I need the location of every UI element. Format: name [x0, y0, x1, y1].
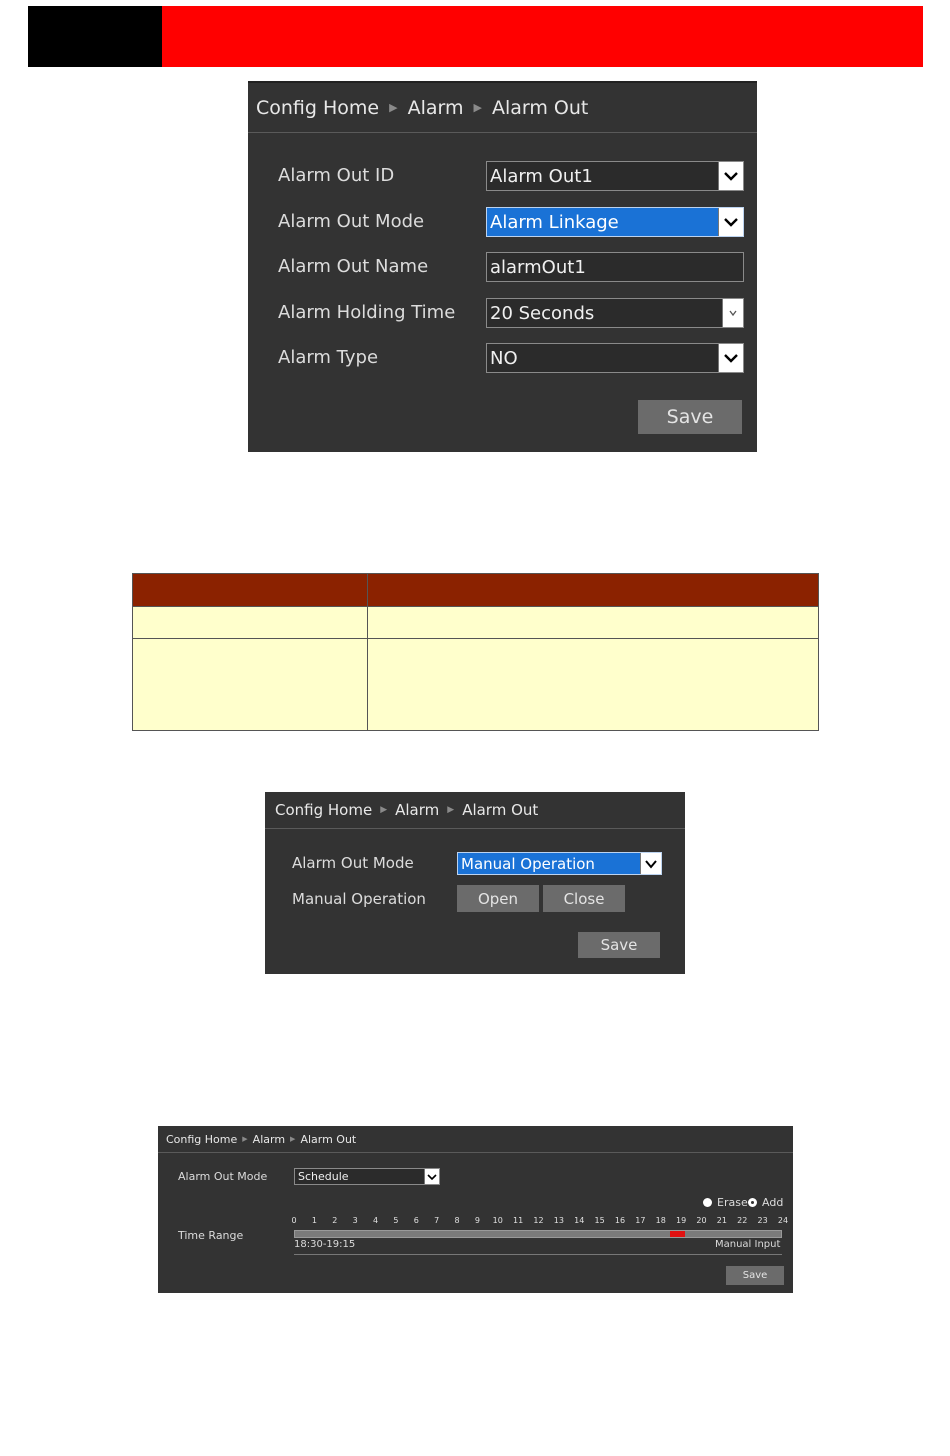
breadcrumb-config-home[interactable]: Config Home [256, 97, 379, 119]
alarm-out-mode-select[interactable]: Schedule [294, 1168, 440, 1185]
breadcrumb-alarm-out: Alarm Out [462, 801, 539, 819]
hour-tick-label: 8 [454, 1216, 460, 1225]
breadcrumb: Config Home ▶ Alarm ▶ Alarm Out [265, 792, 685, 829]
erase-radio[interactable] [703, 1198, 712, 1207]
alarm-out-linkage-panel: Config Home ▶ Alarm ▶ Alarm Out Alarm Ou… [248, 81, 757, 452]
hour-tick-label: 24 [777, 1216, 789, 1225]
breadcrumb-alarm-out: Alarm Out [491, 96, 589, 119]
breadcrumb-config-home[interactable]: Config Home [166, 1133, 237, 1146]
hour-tick-label: 0 [291, 1216, 297, 1225]
alarm-out-schedule-panel: Config Home ▶ Alarm ▶ Alarm Out Alarm Ou… [158, 1126, 793, 1293]
header-red-bar [162, 6, 923, 67]
hour-tick-label: 21 [716, 1216, 727, 1225]
hour-tick-label: 6 [413, 1216, 419, 1225]
time-range-bar[interactable] [294, 1230, 782, 1238]
breadcrumb-alarm[interactable]: Alarm [408, 97, 464, 119]
alarm-holding-time-label: Alarm Holding Time [278, 302, 456, 323]
alarm-out-mode-label: Alarm Out Mode [292, 854, 414, 872]
time-range-text: 18:30-19:15 [294, 1239, 356, 1250]
alarm-out-name-label: Alarm Out Name [278, 256, 429, 277]
schedule-segment[interactable] [669, 1231, 685, 1237]
alarm-type-label: Alarm Type [278, 347, 379, 368]
alarm-out-id-label: Alarm Out ID [278, 165, 395, 186]
breadcrumb-arrow-icon: ▶ [290, 1135, 296, 1143]
manual-operation-label: Manual Operation [292, 890, 426, 908]
alarm-out-mode-value: Schedule [298, 1170, 349, 1183]
hour-tick-label: 4 [372, 1216, 379, 1225]
alarm-out-mode-label: Alarm Out Mode [278, 211, 425, 232]
breadcrumb-arrow-icon: ▶ [473, 101, 482, 114]
breadcrumb-config-home[interactable]: Config Home [275, 801, 372, 819]
hour-tick-label: 14 [574, 1216, 585, 1225]
chevron-down-icon[interactable] [718, 162, 743, 190]
chevron-down-icon[interactable] [640, 853, 661, 874]
hour-tick-label: 17 [635, 1216, 646, 1225]
alarm-out-name-value: alarmOut1 [490, 256, 586, 278]
breadcrumb-arrow-icon: ▶ [389, 101, 398, 114]
hour-tick-label: 12 [533, 1216, 544, 1225]
table-header-cell [368, 574, 818, 606]
erase-label: Erase [717, 1196, 748, 1209]
hour-tick-label: 1 [311, 1216, 317, 1225]
hour-tick-label: 20 [696, 1216, 707, 1225]
alarm-holding-time-select[interactable]: 20 Seconds [486, 298, 744, 328]
close-button[interactable]: Close [543, 885, 625, 912]
alarm-holding-time-value: 20 Seconds [490, 302, 595, 324]
header-black-block [28, 6, 162, 67]
alarm-out-id-value: Alarm Out1 [490, 165, 593, 187]
hour-tick-label: 18 [655, 1216, 666, 1225]
alarm-type-value: NO [490, 347, 518, 369]
add-radio[interactable] [748, 1198, 757, 1207]
breadcrumb-arrow-icon: ▶ [242, 1135, 248, 1143]
chevron-down-icon[interactable] [424, 1169, 439, 1184]
hour-tick-label: 10 [492, 1216, 503, 1225]
save-button[interactable]: Save [726, 1266, 784, 1285]
hour-tick-label: 16 [614, 1216, 626, 1225]
save-button[interactable]: Save [578, 932, 660, 958]
table-cell [368, 638, 818, 730]
manual-input-link[interactable]: Manual Input [715, 1239, 780, 1250]
divider [294, 1254, 782, 1255]
alarm-out-mode-value: Manual Operation [461, 854, 595, 873]
hour-tick-label: 2 [332, 1216, 338, 1225]
alarm-out-mode-value: Alarm Linkage [490, 211, 619, 233]
alarm-out-mode-select[interactable]: Alarm Linkage [486, 207, 744, 237]
alarm-out-mode-select[interactable]: Manual Operation [457, 852, 662, 875]
hour-tick-label: 3 [352, 1216, 358, 1225]
hour-tick-label: 5 [393, 1216, 399, 1225]
alarm-out-manual-panel: Config Home ▶ Alarm ▶ Alarm Out Alarm Ou… [265, 792, 685, 974]
table-cell [133, 606, 368, 638]
table-header-cell [133, 574, 368, 606]
table-cell [133, 638, 368, 730]
chevron-down-icon[interactable] [718, 208, 743, 236]
save-button[interactable]: Save [638, 400, 742, 434]
hour-tick-label: 15 [594, 1216, 605, 1225]
add-label: Add [762, 1196, 784, 1209]
breadcrumb-alarm-out: Alarm Out [300, 1132, 357, 1146]
alarm-out-name-input[interactable]: alarmOut1 [486, 252, 744, 282]
open-button[interactable]: Open [457, 885, 539, 912]
breadcrumb-alarm[interactable]: Alarm [253, 1133, 285, 1146]
alarm-out-id-select[interactable]: Alarm Out1 [486, 161, 744, 191]
hour-tick-label: 22 [737, 1216, 748, 1225]
hour-tick-label: 19 [676, 1216, 687, 1225]
table-cell [368, 606, 818, 638]
alarm-out-mode-label: Alarm Out Mode [178, 1170, 268, 1183]
breadcrumb: Config Home ▶ Alarm ▶ Alarm Out [248, 83, 757, 133]
chevron-down-icon[interactable] [722, 299, 743, 327]
hour-tick-label: 13 [553, 1216, 564, 1225]
hour-tick-label: 9 [474, 1216, 480, 1225]
hour-tick-label: 23 [757, 1216, 768, 1225]
breadcrumb-alarm[interactable]: Alarm [395, 801, 439, 819]
hour-tick-label: 11 [513, 1216, 524, 1225]
time-range-label: Time Range [178, 1229, 244, 1242]
hour-tick-label: 7 [434, 1216, 440, 1225]
breadcrumb-arrow-icon: ▶ [380, 805, 388, 815]
breadcrumb: Config Home ▶ Alarm ▶ Alarm Out [158, 1126, 793, 1153]
parameter-table [132, 573, 819, 731]
breadcrumb-arrow-icon: ▶ [447, 805, 455, 815]
alarm-type-select[interactable]: NO [486, 343, 744, 373]
chevron-down-icon[interactable] [718, 344, 743, 372]
